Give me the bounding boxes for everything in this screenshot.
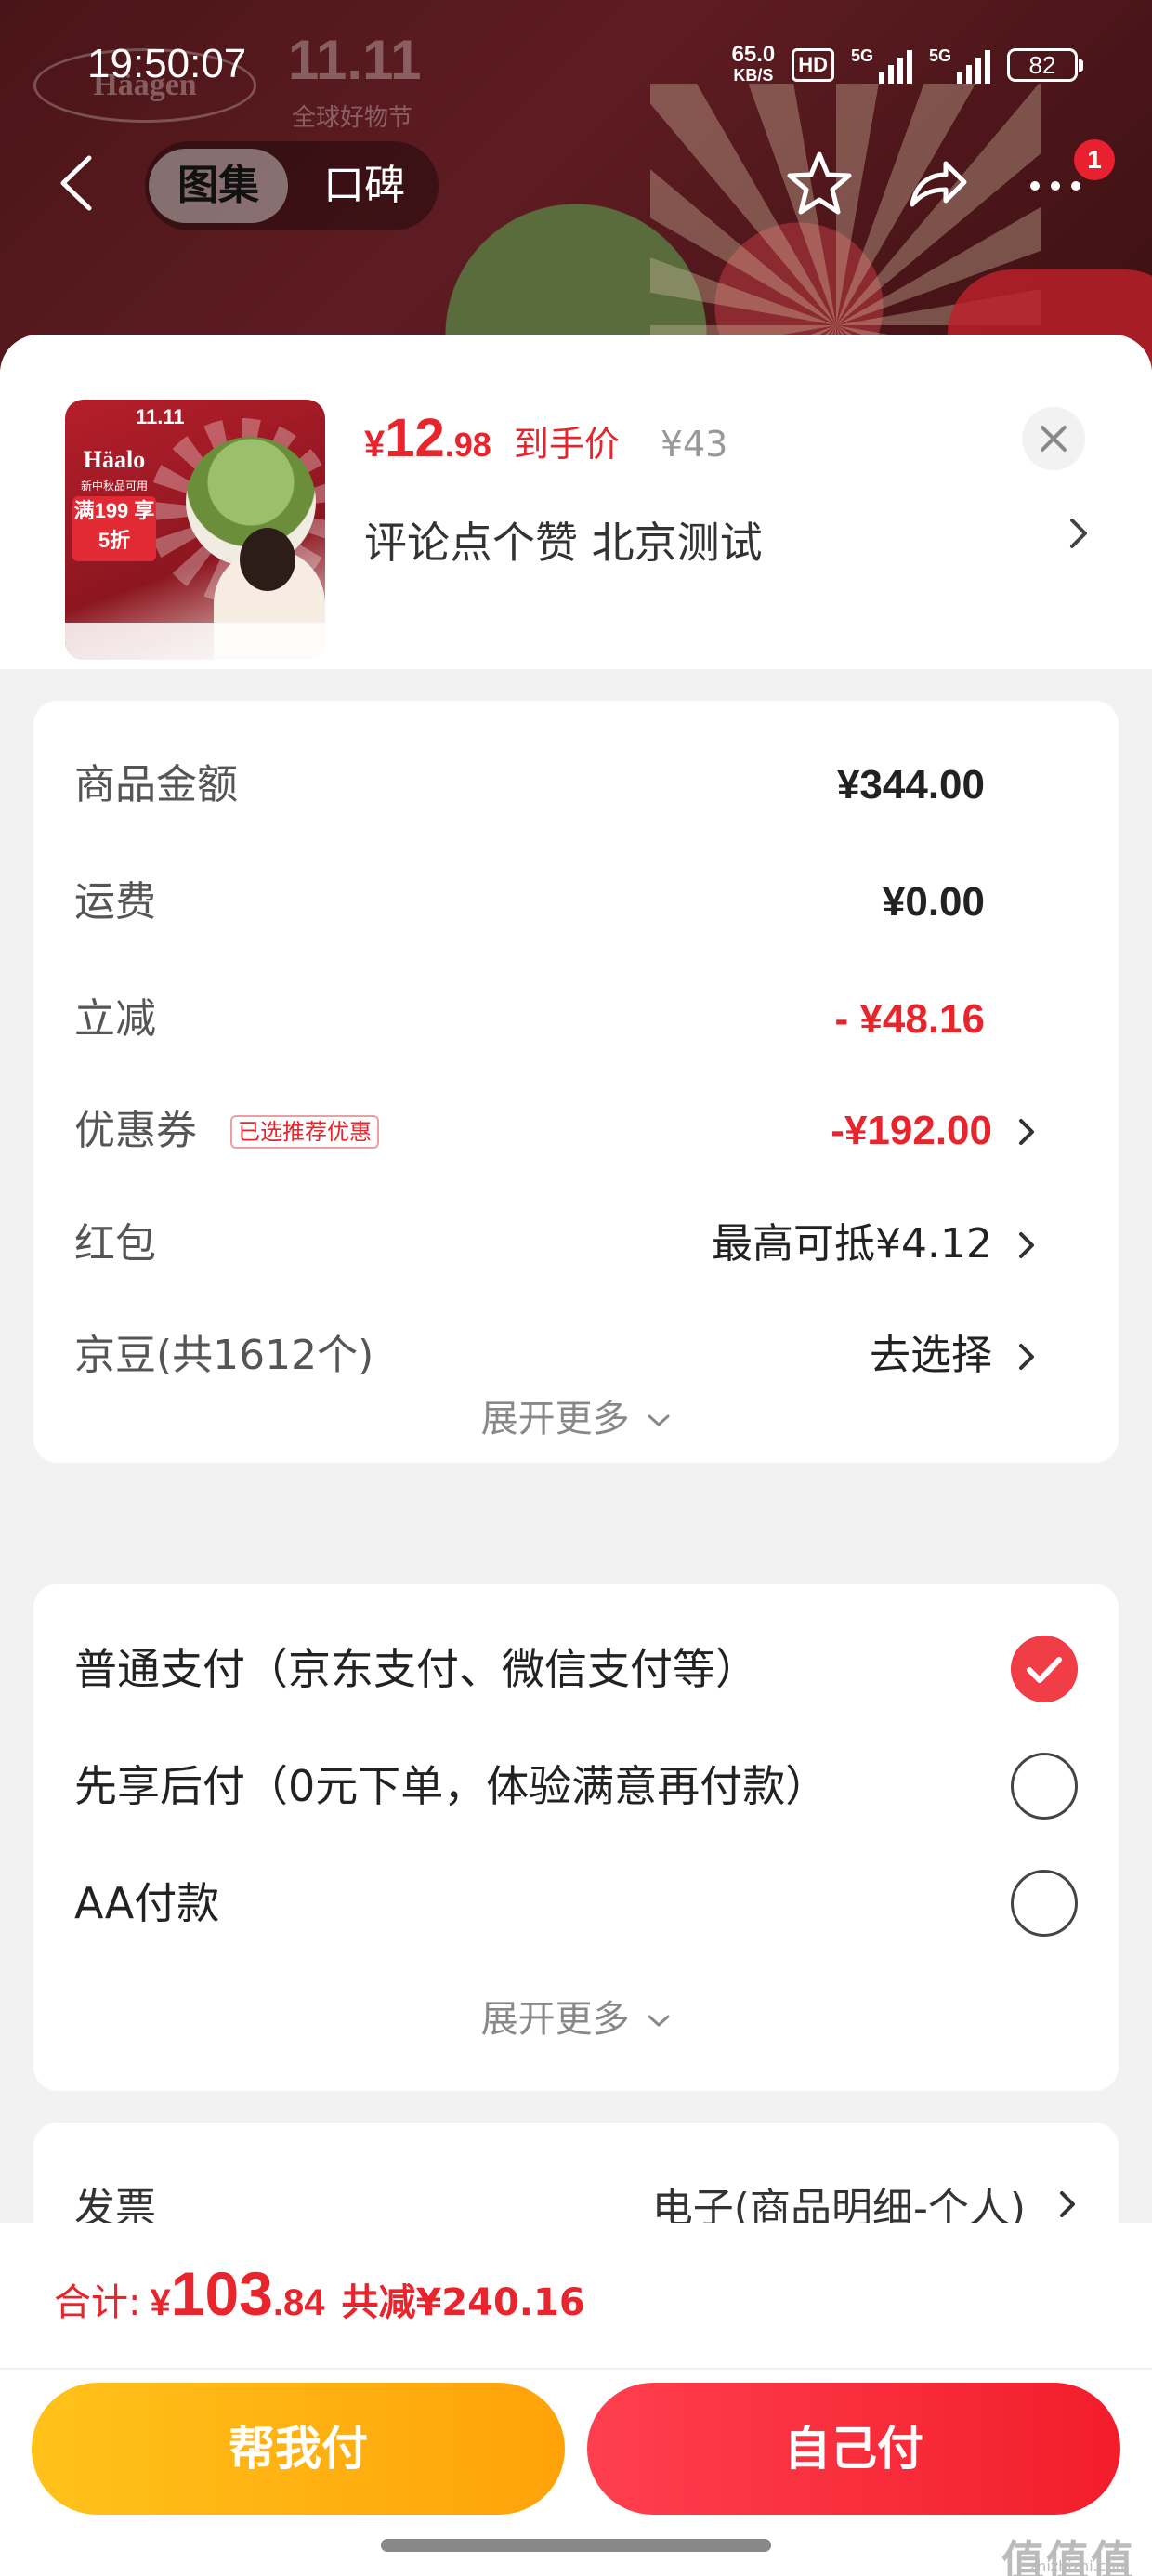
radio-checked-icon[interactable] (1011, 1636, 1078, 1702)
chevron-right-icon (1019, 1232, 1034, 1258)
chevron-right-icon (1070, 519, 1087, 548)
chevron-down-icon (648, 1414, 670, 1426)
watermark-url: zhizhizhi.com (1028, 2557, 1130, 2575)
payment-option-label: 普通支付（京东支付、微信支付等） (74, 1644, 758, 1694)
thumbnail-subtitle: 新中秋品可用 (80, 480, 148, 493)
fee-value: 最高可抵¥4.12 (712, 1220, 992, 1268)
share-icon[interactable] (899, 147, 974, 221)
fee-value: - ¥48.16 (834, 996, 985, 1042)
fee-row-red-packet[interactable]: 红包 最高可抵¥4.12 (74, 1212, 1078, 1277)
total-label: 合计: (54, 2281, 141, 2324)
fee-value: 去选择 (870, 1332, 992, 1379)
fee-row-coupon[interactable]: 优惠券 已选推荐优惠 -¥192.00 (74, 1098, 1078, 1163)
notification-badge: 1 (1074, 139, 1115, 180)
final-price-label: 到手价 (513, 424, 620, 465)
thumbnail-brand-logo: Häalo (83, 446, 146, 473)
coupon-recommended-tag: 已选推荐优惠 (230, 1115, 379, 1149)
hd-icon: HD (792, 48, 834, 82)
expand-more-label: 展开更多 (480, 1998, 630, 2041)
thumbnail-promo: 满199 享5折 (72, 496, 156, 561)
payment-method-card: 普通支付（京东支付、微信支付等） 先享后付（0元下单，体验满意再付款） AA付款… (33, 1584, 1119, 2091)
pay-myself-button[interactable]: 自己付 (587, 2383, 1120, 2515)
backdrop-event-logo: 11.11 (288, 29, 422, 91)
network-speed: 65.0 KB/S (731, 42, 776, 85)
fee-label: 运费 (74, 878, 156, 926)
status-icons: 65.0 KB/S HD 5G 5G 82 (731, 42, 1083, 85)
thumbnail-footer-strip (65, 623, 325, 660)
tab-gallery[interactable]: 图集 (149, 149, 288, 223)
fee-value: ¥0.00 (882, 879, 985, 925)
total-integer: 103 (170, 2259, 273, 2328)
fee-label: 立减 (74, 995, 156, 1043)
fee-label: 商品金额 (74, 761, 238, 808)
chevron-right-icon (1019, 1344, 1034, 1370)
thumbnail-event-mark: 11.11 (136, 405, 185, 428)
radio-unchecked-icon[interactable] (1011, 1753, 1078, 1820)
payment-expand-more[interactable]: 展开更多 (33, 1989, 1119, 2043)
fee-row-jd-beans[interactable]: 京豆(共1612个) 去选择 (74, 1323, 1078, 1388)
price-decimal: .98 (444, 426, 491, 464)
close-icon[interactable] (1022, 407, 1085, 470)
payment-option-aa[interactable]: AA付款 (74, 1866, 1078, 1940)
signal-icon-2: 5G (929, 46, 990, 84)
spec-text: 评论点个赞 北京测试 (364, 518, 763, 568)
spec-selector[interactable]: 评论点个赞 北京测试 (364, 509, 1089, 571)
divider (0, 2368, 1152, 2370)
expand-more-label: 展开更多 (480, 1398, 630, 1440)
price-currency: ¥ (364, 424, 386, 465)
help-me-pay-button[interactable]: 帮我付 (32, 2383, 565, 2515)
backdrop-event-subtitle: 全球好物节 (292, 104, 413, 132)
fee-row-shipping: 运费 ¥0.00 (74, 870, 1078, 935)
fee-row-goods-amount: 商品金额 ¥344.00 (74, 753, 1078, 818)
original-price: ¥43 (660, 424, 728, 465)
total-saved: 共减¥240.16 (341, 2281, 585, 2324)
fee-row-instant-discount: 立减 - ¥48.16 (74, 987, 1078, 1052)
product-summary: 11.11 Häalo 新中秋品可用 满199 享5折 ¥ 12 .98 到手价… (0, 335, 1152, 669)
payment-option-label: AA付款 (74, 1878, 220, 1928)
product-thumbnail[interactable]: 11.11 Häalo 新中秋品可用 满199 享5折 (65, 400, 325, 660)
fee-label: 优惠券 (74, 1107, 197, 1154)
spokesperson-hair (240, 528, 295, 591)
payment-option-standard[interactable]: 普通支付（京东支付、微信支付等） (74, 1632, 1078, 1706)
total-decimal: .84 (272, 2282, 325, 2323)
home-indicator[interactable] (381, 2539, 771, 2552)
chevron-right-icon (1060, 2191, 1075, 2217)
price-integer: 12 (385, 408, 445, 468)
fee-value: -¥192.00 (831, 1108, 992, 1153)
fee-label: 红包 (74, 1220, 156, 1268)
chevron-right-icon (1019, 1119, 1034, 1145)
signal-icon: 5G (851, 46, 912, 84)
price-row: ¥ 12 .98 到手价 ¥43 (364, 407, 727, 469)
fee-label: 京豆(共1612个) (74, 1332, 374, 1379)
payment-option-label: 先享后付（0元下单，体验满意再付款） (74, 1761, 829, 1811)
star-icon[interactable] (782, 147, 857, 221)
tab-reviews[interactable]: 口碑 (299, 149, 429, 223)
back-arrow-icon[interactable] (58, 154, 95, 212)
chevron-down-icon (648, 2015, 670, 2027)
fees-expand-more[interactable]: 展开更多 (33, 1388, 1119, 1442)
fee-breakdown-card: 商品金额 ¥344.00 运费 ¥0.00 立减 - ¥48.16 优惠券 已选… (33, 701, 1119, 1463)
status-time: 19:50:07 (87, 41, 247, 86)
payment-option-pay-later[interactable]: 先享后付（0元下单，体验满意再付款） (74, 1749, 1078, 1823)
tab-bar: 图集 口碑 (145, 141, 439, 230)
fee-value: ¥344.00 (836, 762, 985, 808)
checkout-bottom-bar: 合计: ¥ 103 .84 共减¥240.16 帮我付 自己付 (0, 2223, 1152, 2576)
order-total: 合计: ¥ 103 .84 共减¥240.16 (54, 2258, 585, 2329)
total-currency: ¥ (150, 2282, 171, 2323)
radio-unchecked-icon[interactable] (1011, 1870, 1078, 1937)
battery-icon: 82 (1007, 48, 1083, 82)
